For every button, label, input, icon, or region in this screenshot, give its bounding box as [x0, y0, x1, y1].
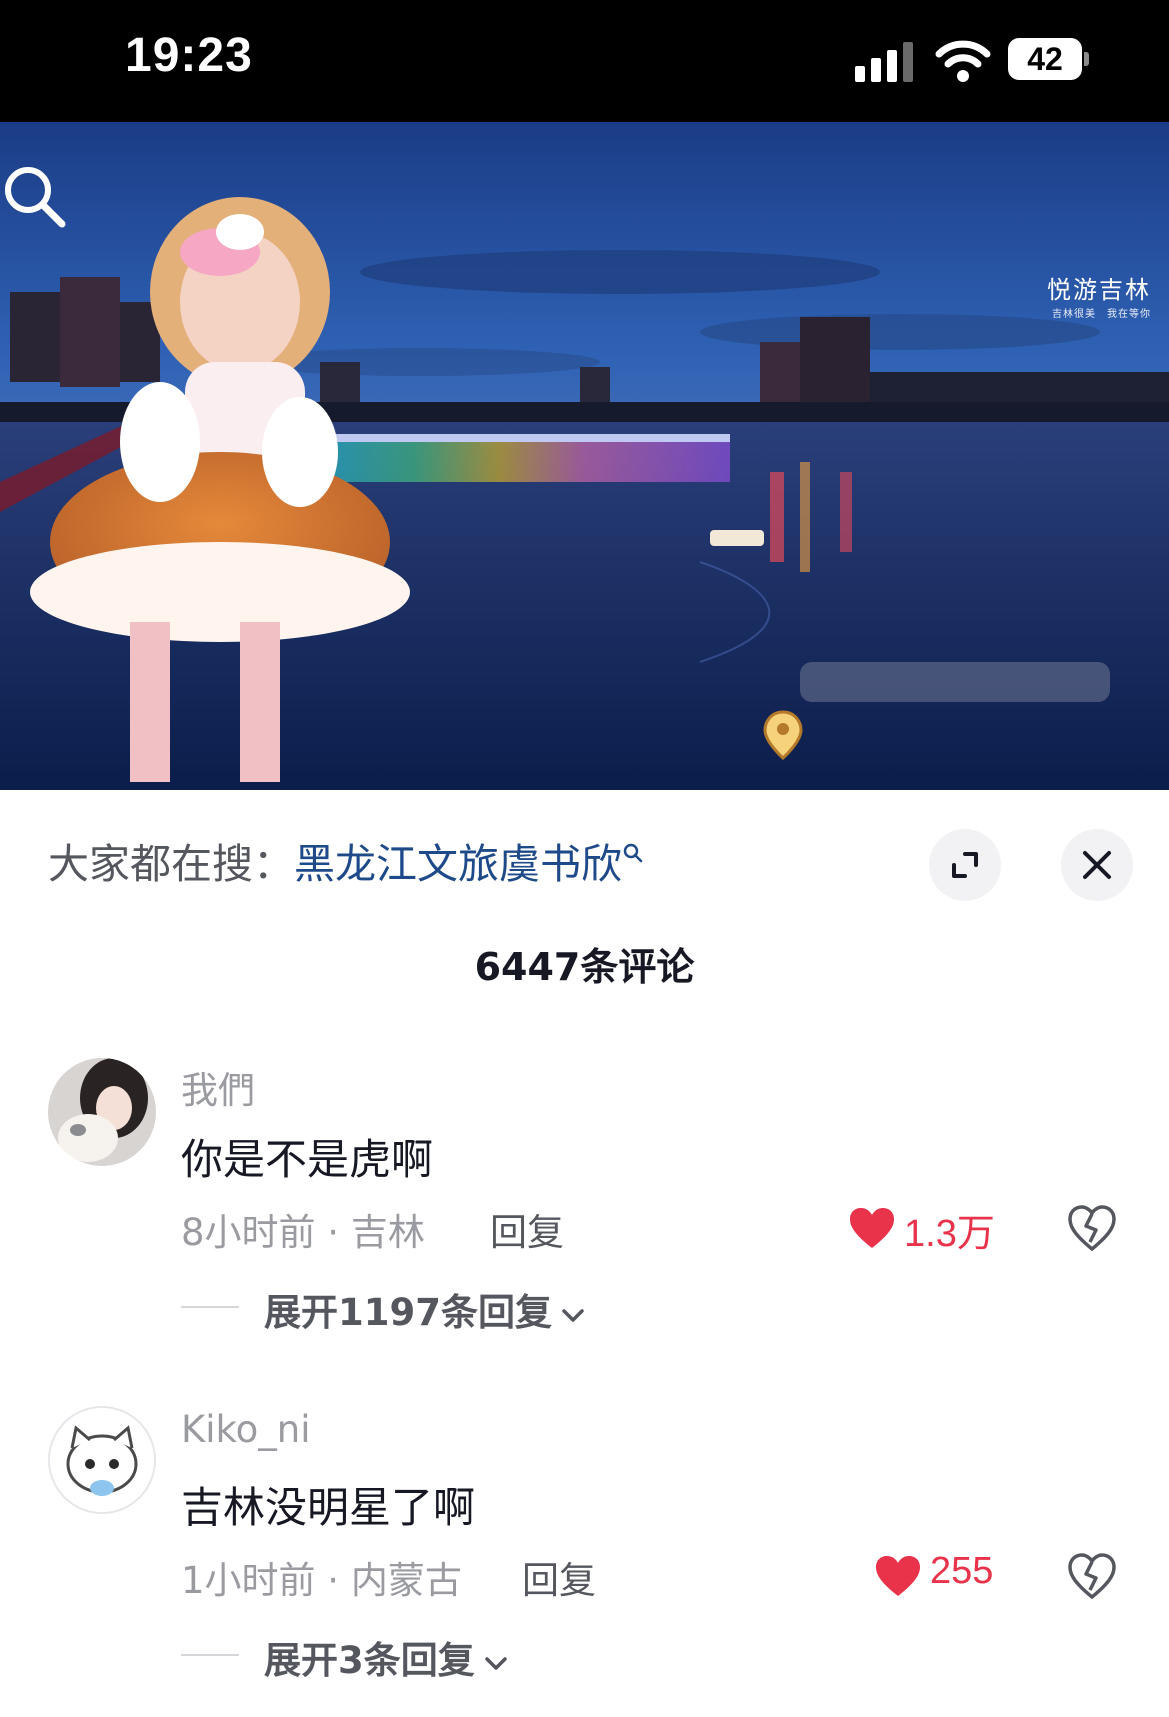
expand-replies-label: 展开1197条回复	[264, 1291, 552, 1334]
location-pin-icon	[763, 710, 803, 760]
reply-button[interactable]: 回复	[522, 1550, 596, 1604]
watermark-sub-left: 吉林很美	[1052, 309, 1096, 320]
like-count: 1.3万	[904, 1213, 995, 1255]
comment-count: 6447条评论	[474, 945, 695, 989]
comment-meta: 8小时前 · 吉林	[181, 1211, 425, 1254]
status-bar: 19:23 42	[0, 0, 1169, 122]
watermark-sub-right: 我在等你	[1107, 309, 1151, 320]
comment-text: 吉林没明星了啊	[181, 1483, 476, 1532]
comment-username[interactable]: Kiko_ni	[181, 1408, 311, 1451]
video-player[interactable]: 悦游吉林 吉林很美 我在等你	[0, 122, 1169, 790]
trending-search-keyword[interactable]: 黑龙江文旅虞书欣	[294, 840, 622, 888]
battery-level: 42	[1027, 41, 1063, 77]
divider	[181, 1654, 239, 1656]
search-icon[interactable]	[0, 162, 70, 232]
close-button[interactable]	[1061, 829, 1133, 901]
battery-icon: 42	[1008, 38, 1089, 80]
comment-meta: 1小时前 · 内蒙古	[181, 1559, 462, 1602]
video-watermark: 悦游吉林 吉林很美 我在等你	[1047, 270, 1151, 320]
small-search-icon	[623, 843, 643, 863]
avatar[interactable]	[48, 1406, 156, 1514]
comment-panel: 大家都在搜：黑龙江文旅虞书欣 6447条评论 我們 你是不是虎啊 8小时前 · …	[0, 790, 1169, 1717]
chevron-down-icon	[485, 1656, 507, 1670]
dislike-icon[interactable]	[1067, 1552, 1117, 1600]
expand-replies-button[interactable]: 展开1197条回复	[264, 1282, 586, 1336]
chevron-down-icon	[562, 1308, 584, 1322]
expand-button[interactable]	[929, 829, 1001, 901]
expand-replies-button[interactable]: 展开3条回复	[264, 1630, 509, 1684]
trending-search[interactable]: 大家都在搜：黑龙江文旅虞书欣	[48, 836, 644, 892]
heart-icon[interactable]	[848, 1206, 896, 1250]
watermark-title: 悦游吉林	[1047, 276, 1151, 304]
divider	[181, 1306, 239, 1308]
comment-username[interactable]: 我們	[181, 1060, 255, 1114]
dislike-icon[interactable]	[1067, 1204, 1117, 1252]
reply-button[interactable]: 回复	[490, 1202, 564, 1256]
close-icon	[1083, 851, 1111, 879]
like-count: 255	[930, 1550, 994, 1592]
wifi-icon	[935, 40, 991, 82]
trending-search-prefix: 大家都在搜：	[48, 840, 294, 888]
expand-replies-label: 展开3条回复	[264, 1639, 475, 1682]
signal-icon	[855, 42, 913, 82]
comment-text: 你是不是虎啊	[181, 1135, 434, 1184]
status-time: 19:23	[125, 29, 253, 82]
watermark-subtitle: 吉林很美 我在等你	[1047, 305, 1151, 320]
video-frame	[0, 122, 1169, 790]
heart-icon[interactable]	[874, 1554, 922, 1598]
avatar[interactable]	[48, 1058, 156, 1166]
expand-icon	[952, 852, 978, 878]
